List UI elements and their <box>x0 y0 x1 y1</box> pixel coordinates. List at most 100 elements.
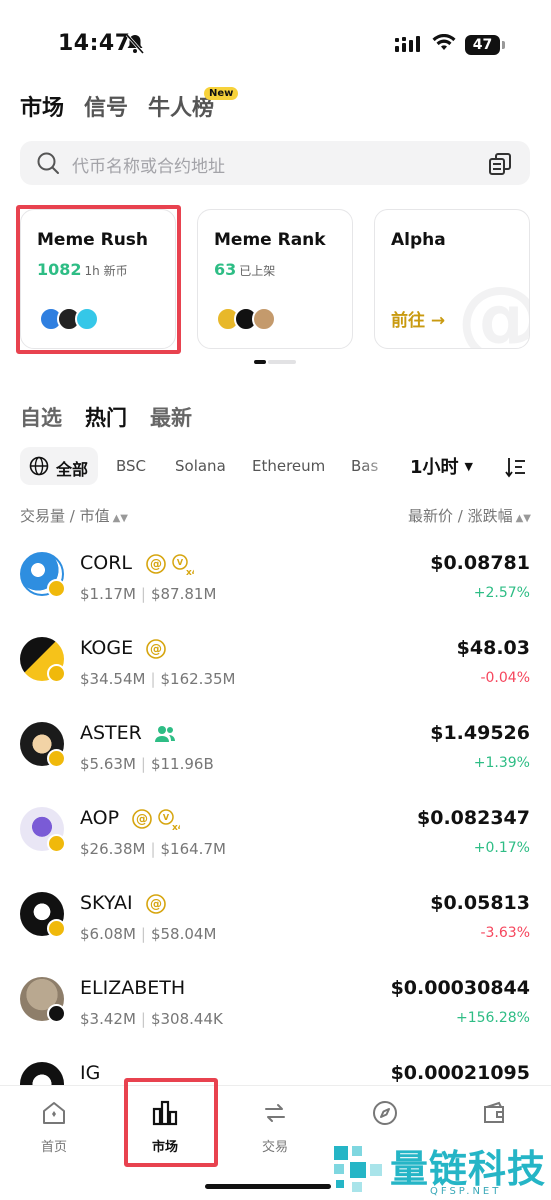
token-change: +0.17% <box>473 840 530 856</box>
chain-bsc[interactable]: BSC <box>116 457 146 475</box>
card-title: Meme Rank <box>214 230 326 250</box>
battery-icon: 47 <box>465 35 505 55</box>
bsc-chain-icon <box>47 579 66 598</box>
tab-newest[interactable]: 最新 <box>150 402 192 432</box>
highlight-box <box>124 1078 218 1167</box>
chain-all-label: 全部 <box>56 460 89 479</box>
card-meme-rank[interactable]: Meme Rank 63 已上架 <box>197 209 353 349</box>
token-row[interactable]: AOP @ Vx4 $26.38M|$164.7M $0.082347 +0.1… <box>0 807 551 892</box>
token-price: $48.03 <box>456 637 530 659</box>
token-symbol: AOP <box>80 807 120 829</box>
home-icon <box>41 1102 67 1130</box>
signal-icon <box>395 36 421 56</box>
token-symbol: ASTER <box>80 722 142 744</box>
bsc-chain-icon <box>47 664 66 683</box>
bell-muted-icon <box>125 33 145 59</box>
avatar <box>252 307 276 331</box>
home-indicator <box>205 1184 331 1189</box>
token-change: -3.63% <box>480 925 530 941</box>
search-bar[interactable]: 代币名称或合约地址 <box>20 141 530 185</box>
swap-icon <box>262 1104 288 1130</box>
highlight-box <box>16 205 181 354</box>
token-change: -0.04% <box>480 670 530 686</box>
wallet-icon <box>481 1101 509 1130</box>
token-stats: $3.42M | $308.44K <box>80 1010 223 1028</box>
token-row[interactable]: ELIZABETH $3.42M | $308.44K $0.00030844 +1… <box>0 977 551 1062</box>
watermark-subtext: QFSP.NET <box>430 1186 502 1197</box>
x4-icon: Vx4 <box>172 554 198 580</box>
col-volume-mcap[interactable]: 交易量 / 市值 ▲▼ <box>20 505 128 526</box>
token-price: $0.082347 <box>417 807 530 829</box>
time-filter-dropdown[interactable]: 1小时 ▼ <box>410 453 473 479</box>
token-symbol: IG <box>80 1062 101 1084</box>
tab-hot[interactable]: 热门 <box>85 402 127 432</box>
token-symbol: KOGE <box>80 637 134 659</box>
token-stats: $34.54M | $162.35M <box>80 670 236 688</box>
compass-icon <box>372 1101 398 1130</box>
tab-market[interactable]: 市场 <box>20 90 64 122</box>
token-stats: $26.38M | $164.7M <box>80 840 226 858</box>
community-icon <box>154 724 176 748</box>
nav-label: 首页 <box>40 1140 67 1155</box>
token-row[interactable]: KOGE @ $34.54M | $162.35M $48.03 -0.04% <box>0 637 551 722</box>
watermark: 量链科技 QFSP.NET <box>330 1138 551 1200</box>
token-change: +2.57% <box>473 585 530 601</box>
token-symbol: CORL <box>80 552 133 574</box>
chain-ethereum[interactable]: Ethereum <box>252 457 325 475</box>
alpha-at-icon: @ <box>146 894 166 918</box>
nav-home[interactable]: 首页 <box>19 1100 89 1155</box>
tab-watchlist[interactable]: 自选 <box>20 402 62 432</box>
svg-text:V: V <box>177 558 184 567</box>
search-input[interactable]: 代币名称或合约地址 <box>72 152 225 177</box>
token-symbol: SKYAI <box>80 892 133 914</box>
token-price: $0.00021095 <box>390 1062 530 1084</box>
watermark-text: 量链科技 <box>390 1147 547 1191</box>
tab-signal[interactable]: 信号 <box>84 90 128 122</box>
token-symbol: ELIZABETH <box>80 977 186 999</box>
nav-label: 交易 <box>261 1140 288 1155</box>
token-price: $0.08781 <box>430 552 530 574</box>
token-stats: $5.63M | $11.96B <box>80 755 214 773</box>
svg-text:@: @ <box>136 812 148 826</box>
token-logo <box>20 1062 64 1085</box>
token-row[interactable]: ASTER $5.63M | $11.96B $1.49526 +1.39% <box>0 722 551 807</box>
nav-trade[interactable]: 交易 <box>240 1100 310 1155</box>
nav-discover[interactable] <box>350 1100 420 1136</box>
svg-text:@: @ <box>150 557 162 571</box>
search-icon <box>36 151 60 179</box>
token-stats: $6.08M | $58.04M <box>80 925 217 943</box>
svg-text:V: V <box>163 813 170 822</box>
card-title: Alpha <box>391 230 446 250</box>
token-row[interactable]: SKYAI @ $6.08M | $58.04M $0.05813 -3.63% <box>0 892 551 977</box>
sort-arrows-icon: ▲▼ <box>112 513 128 524</box>
status-bar: 14:47 47 <box>0 0 551 76</box>
token-price: $0.05813 <box>430 892 530 914</box>
watermark-logo-icon <box>330 1142 386 1198</box>
caret-down-icon: ▼ <box>464 460 473 473</box>
token-stats: $1.17M | $87.81M <box>80 585 217 603</box>
paste-icon[interactable] <box>488 152 512 180</box>
battery-level: 47 <box>465 35 500 55</box>
alpha-at-icon: @ <box>457 268 529 348</box>
chain-all-chip[interactable]: 全部 <box>20 447 98 485</box>
sort-icon[interactable] <box>505 456 527 482</box>
svg-text:x4: x4 <box>186 568 194 576</box>
alpha-at-icon: @ <box>132 809 152 833</box>
chain-solana[interactable]: Solana <box>175 457 226 475</box>
col-price-change[interactable]: 最新价 / 涨跌幅 ▲▼ <box>408 505 531 526</box>
goto-link[interactable]: 前往 → <box>391 306 445 331</box>
svg-text:x4: x4 <box>172 823 180 831</box>
token-price: $0.00030844 <box>390 977 530 999</box>
new-badge: New <box>204 87 239 100</box>
nav-wallet[interactable] <box>460 1100 530 1136</box>
token-row[interactable]: IG $0.00021095 <box>0 1062 551 1085</box>
token-row[interactable]: CORL @ Vx4 $1.17M|$87.81M $0.08781 +2.57… <box>0 552 551 637</box>
card-alpha[interactable]: @ Alpha 前往 → <box>374 209 530 349</box>
alpha-at-icon: @ <box>146 639 166 663</box>
bsc-chain-icon <box>47 749 66 768</box>
status-time: 14:47 <box>58 31 131 56</box>
alpha-at-icon: @ <box>146 554 166 578</box>
sort-arrows-icon: ▲▼ <box>515 513 531 524</box>
token-change: +156.28% <box>455 1010 530 1026</box>
token-change: +1.39% <box>473 755 530 771</box>
